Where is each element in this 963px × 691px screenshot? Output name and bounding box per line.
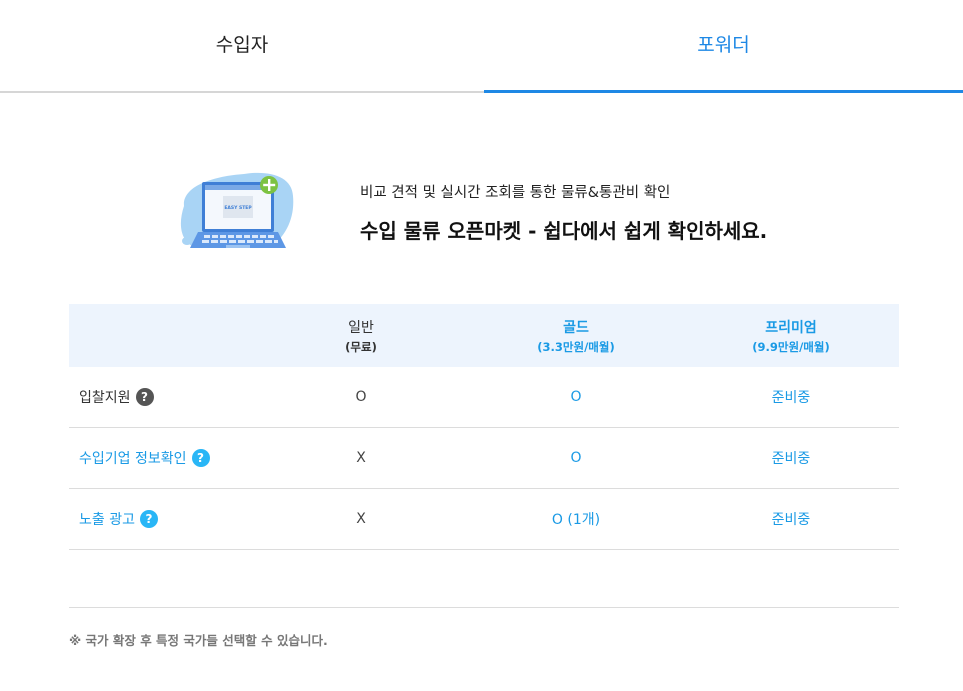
cell-gold: O [570,389,582,405]
cell-premium: 준비중 [771,512,811,528]
cell-gold: O [570,450,582,466]
plan-header-normal: 일반 (무료) [261,304,461,367]
cell-premium: 준비중 [771,390,811,406]
plan-name-gold: 골드 [563,320,589,336]
footnote: ※ 국가 확장 후 특정 국가들 선택할 수 있습니다. [69,633,328,648]
tab-importer-label: 수입자 [215,34,269,56]
cell-normal: X [356,450,366,466]
row-label-text: 수입기업 정보확인 [79,451,187,467]
help-icon[interactable]: ? [139,510,158,528]
plan-price-gold: (3.3만원/매월) [537,340,615,354]
table-row: 입찰지원 ? O O 준비중 [69,367,899,428]
hero-title: 수입 물류 오픈마켓 - 쉽다에서 쉽게 확인하세요. [360,219,768,243]
help-icon[interactable]: ? [135,388,154,406]
table-header: 일반 (무료) 골드 (3.3만원/매월) 프리미엄 (9.9만원/매월) [69,304,899,367]
help-icon[interactable]: ? [191,449,210,467]
cell-normal: X [356,511,366,527]
tab-importer[interactable]: 수입자 [0,0,484,93]
plan-header-premium: 프리미엄 (9.9만원/매월) [691,304,891,367]
plan-price-premium: (9.9만원/매월) [752,340,830,354]
plan-header-gold: 골드 (3.3만원/매월) [476,304,676,367]
hero-subtitle: 비교 견적 및 실시간 조회를 통한 물류&통관비 확인 [360,185,671,201]
plan-comparison-table: 일반 (무료) 골드 (3.3만원/매월) 프리미엄 (9.9만원/매월) 입찰… [69,304,899,550]
row-label-text: 노출 광고 [79,512,135,528]
illustration-text: EASY STEP [224,205,252,211]
tab-bar: 수입자 포워더 [0,0,963,93]
cell-premium: 준비중 [771,451,811,467]
laptop-icon: EASY STEP [180,172,294,248]
row-label: 수입기업 정보확인 ? [79,428,210,488]
cell-gold: O (1개) [551,512,601,528]
table-row: 수입기업 정보확인 ? X O 준비중 [69,428,899,489]
tab-forwarder[interactable]: 포워더 [484,0,963,93]
plan-price-normal: (무료) [345,340,377,354]
table-row: 노출 광고 ? X O (1개) 준비중 [69,489,899,550]
cell-normal: O [355,389,367,405]
tab-forwarder-label: 포워더 [697,33,750,56]
divider [69,607,899,608]
plan-name-normal: 일반 [348,320,374,336]
row-label-text: 입찰지원 [79,390,131,406]
row-label: 입찰지원 ? [79,367,154,427]
row-label: 노출 광고 ? [79,489,158,549]
plan-name-premium: 프리미엄 [765,320,817,336]
